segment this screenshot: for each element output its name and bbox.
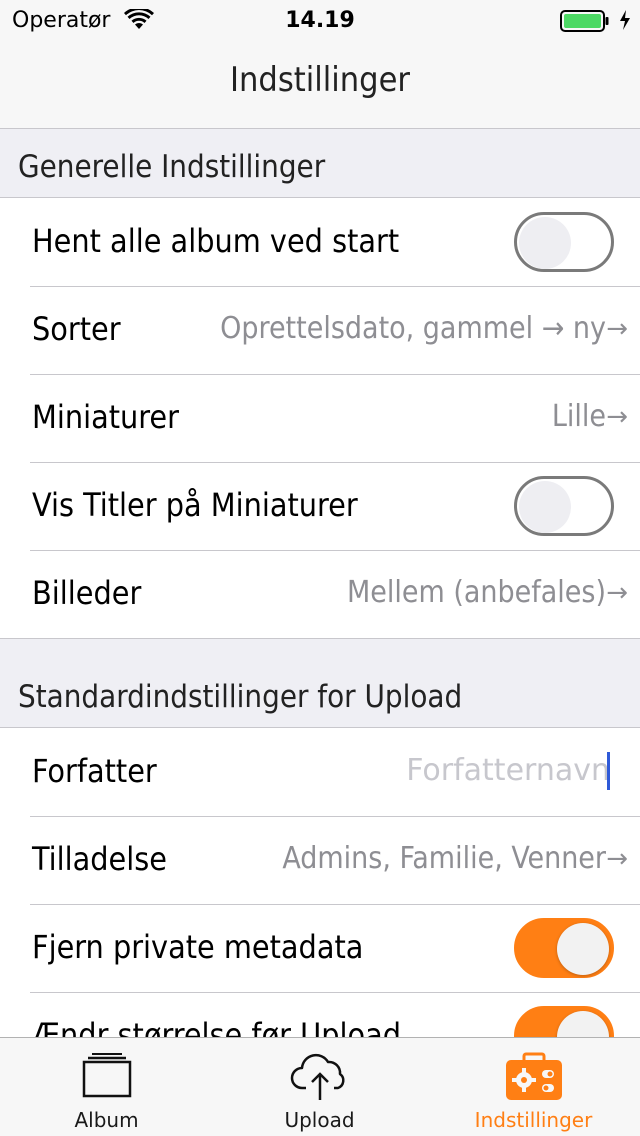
text-cursor: [607, 752, 610, 790]
load-all-albums-toggle[interactable]: [514, 212, 614, 272]
thumbnails-row[interactable]: Miniaturer Lille →: [0, 374, 640, 462]
sort-value: Oprettelsdato, gammel → ny: [220, 311, 606, 346]
section-gap: [0, 639, 640, 659]
row-label: Sorter: [32, 310, 121, 348]
navigation-bar: Indstillinger: [0, 40, 640, 129]
author-name-input[interactable]: [310, 750, 610, 790]
cloud-upload-icon: [290, 1052, 350, 1106]
upload-settings-group: Forfatter Tilladelse Admins, Familie, Ve…: [0, 728, 640, 1037]
tab-label: Album: [74, 1108, 139, 1132]
resize-row: Ændr størrelse før Upload: [0, 992, 640, 1037]
tab-bar: Album Upload Indstillinger: [0, 1037, 640, 1136]
settings-list[interactable]: Generelle Indstillinger Hent alle album …: [0, 129, 640, 1037]
toggle-knob: [557, 923, 609, 975]
strip-metadata-toggle[interactable]: [514, 918, 614, 978]
thumbnails-value: Lille: [551, 399, 606, 434]
arrow-right-icon: →: [606, 402, 628, 432]
images-value: Mellem (anbefales): [346, 575, 606, 610]
permission-row[interactable]: Tilladelse Admins, Familie, Venner →: [0, 816, 640, 904]
permission-value: Admins, Familie, Venner: [282, 841, 606, 876]
row-label: Forfatter: [32, 752, 157, 790]
tab-label: Indstillinger: [474, 1108, 593, 1132]
section-header-general: Generelle Indstillinger: [0, 129, 640, 198]
row-label: Miniaturer: [32, 398, 179, 436]
author-row: Forfatter: [0, 728, 640, 816]
row-label: Billeder: [32, 574, 142, 612]
toggle-knob: [519, 217, 571, 269]
show-titles-row: Vis Titler på Miniaturer: [0, 462, 640, 550]
charging-icon: [618, 9, 632, 35]
arrow-right-icon: →: [606, 844, 628, 874]
show-titles-toggle[interactable]: [514, 476, 614, 536]
settings-toolbox-icon: [504, 1052, 564, 1106]
page-title: Indstillinger: [230, 60, 410, 100]
strip-metadata-row: Fjern private metadata: [0, 904, 640, 992]
toggle-knob: [557, 1011, 609, 1037]
toggle-knob: [519, 481, 571, 533]
sort-row[interactable]: Sorter Oprettelsdato, gammel → ny →: [0, 286, 640, 374]
load-all-albums-row: Hent alle album ved start: [0, 198, 640, 286]
row-label: Tilladelse: [32, 840, 167, 878]
row-label: Ændr størrelse før Upload: [32, 1016, 401, 1037]
arrow-right-icon: →: [606, 314, 628, 344]
status-bar: Operatør 14.19: [0, 0, 640, 40]
tab-upload[interactable]: Upload: [213, 1038, 426, 1136]
row-label: Hent alle album ved start: [32, 222, 400, 260]
battery-icon: [560, 10, 610, 36]
images-row[interactable]: Billeder Mellem (anbefales) →: [0, 550, 640, 638]
clock: 14.19: [285, 8, 355, 33]
section-header-upload: Standardindstillinger for Upload: [0, 659, 640, 728]
row-label: Vis Titler på Miniaturer: [32, 486, 358, 524]
section-title: Standardindstillinger for Upload: [18, 679, 463, 715]
album-icon: [81, 1052, 133, 1104]
section-title: Generelle Indstillinger: [18, 149, 326, 185]
tab-album[interactable]: Album: [0, 1038, 213, 1136]
resize-toggle[interactable]: [514, 1006, 614, 1037]
row-label: Fjern private metadata: [32, 928, 364, 966]
tab-settings[interactable]: Indstillinger: [427, 1038, 640, 1136]
general-settings-group: Hent alle album ved start Sorter Oprette…: [0, 198, 640, 639]
tab-label: Upload: [284, 1108, 355, 1132]
arrow-right-icon: →: [606, 578, 628, 608]
